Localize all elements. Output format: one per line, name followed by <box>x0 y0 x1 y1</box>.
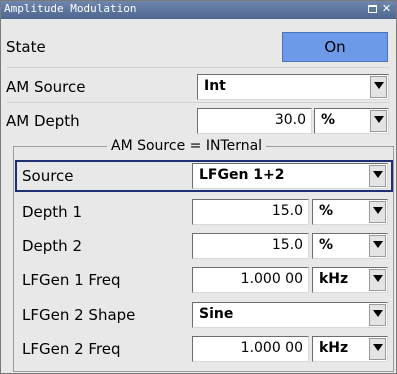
depth1-unit: % <box>319 203 334 219</box>
chevron-down-icon[interactable] <box>369 338 386 360</box>
am-depth-unit: % <box>321 112 336 128</box>
close-icon[interactable]: ✕ <box>380 3 393 16</box>
depth2-unit-dropdown[interactable]: % <box>312 233 388 259</box>
amplitude-modulation-dialog: Amplitude Modulation ✕ State On AM Sourc… <box>0 0 397 374</box>
am-depth-unit-dropdown[interactable]: % <box>314 108 389 134</box>
chevron-down-icon[interactable] <box>369 304 386 326</box>
depth1-input[interactable]: 15.0 <box>192 199 309 225</box>
lfgen2-shape-label: LFGen 2 Shape <box>22 306 136 324</box>
window-title: Amplitude Modulation <box>4 2 137 15</box>
chevron-down-icon[interactable] <box>369 235 386 257</box>
depth1-value: 15.0 <box>271 203 303 219</box>
title-bar[interactable]: Amplitude Modulation ✕ <box>1 1 396 19</box>
lfgen2-freq-unit-dropdown[interactable]: kHz <box>312 336 388 362</box>
chevron-down-icon[interactable] <box>369 165 386 187</box>
depth1-label: Depth 1 <box>22 203 82 221</box>
chevron-down-icon[interactable] <box>369 269 386 291</box>
group-title: AM Source = INTernal <box>107 138 267 154</box>
am-depth-value: 30.0 <box>274 112 306 128</box>
lfgen1-freq-unit-dropdown[interactable]: kHz <box>312 267 388 293</box>
lfgen1-freq-input[interactable]: 1.000 00 <box>192 267 309 293</box>
source-value: LFGen 1+2 <box>199 167 285 183</box>
lfgen1-freq-unit: kHz <box>319 271 349 287</box>
am-source-dropdown[interactable]: Int <box>197 74 389 100</box>
am-source-value: Int <box>204 78 226 94</box>
source-dropdown[interactable]: LFGen 1+2 <box>192 163 388 189</box>
depth2-input[interactable]: 15.0 <box>192 233 309 259</box>
lfgen1-freq-value: 1.000 00 <box>240 271 303 287</box>
depth2-label: Depth 2 <box>22 237 82 255</box>
lfgen1-freq-label: LFGen 1 Freq <box>22 271 121 289</box>
divider <box>7 67 390 68</box>
state-label: State <box>6 38 46 56</box>
lfgen2-shape-value: Sine <box>199 306 234 322</box>
chevron-down-icon[interactable] <box>370 76 387 98</box>
divider <box>7 102 390 103</box>
maximize-icon[interactable] <box>366 3 379 16</box>
am-depth-label: AM Depth <box>6 112 80 130</box>
lfgen2-freq-input[interactable]: 1.000 00 <box>192 336 309 362</box>
lfgen2-shape-dropdown[interactable]: Sine <box>192 302 388 328</box>
chevron-down-icon[interactable] <box>370 110 387 132</box>
lfgen2-freq-value: 1.000 00 <box>240 340 303 356</box>
state-toggle-button[interactable]: On <box>282 32 388 62</box>
am-source-label: AM Source <box>6 78 86 96</box>
depth2-unit: % <box>319 237 334 253</box>
lfgen2-freq-unit: kHz <box>319 340 349 356</box>
depth2-value: 15.0 <box>271 237 303 253</box>
chevron-down-icon[interactable] <box>369 201 386 223</box>
lfgen2-freq-label: LFGen 2 Freq <box>22 340 121 358</box>
depth1-unit-dropdown[interactable]: % <box>312 199 388 225</box>
title-bar-controls: ✕ <box>366 3 393 16</box>
am-depth-input[interactable]: 30.0 <box>197 108 312 134</box>
source-label: Source <box>22 167 74 185</box>
